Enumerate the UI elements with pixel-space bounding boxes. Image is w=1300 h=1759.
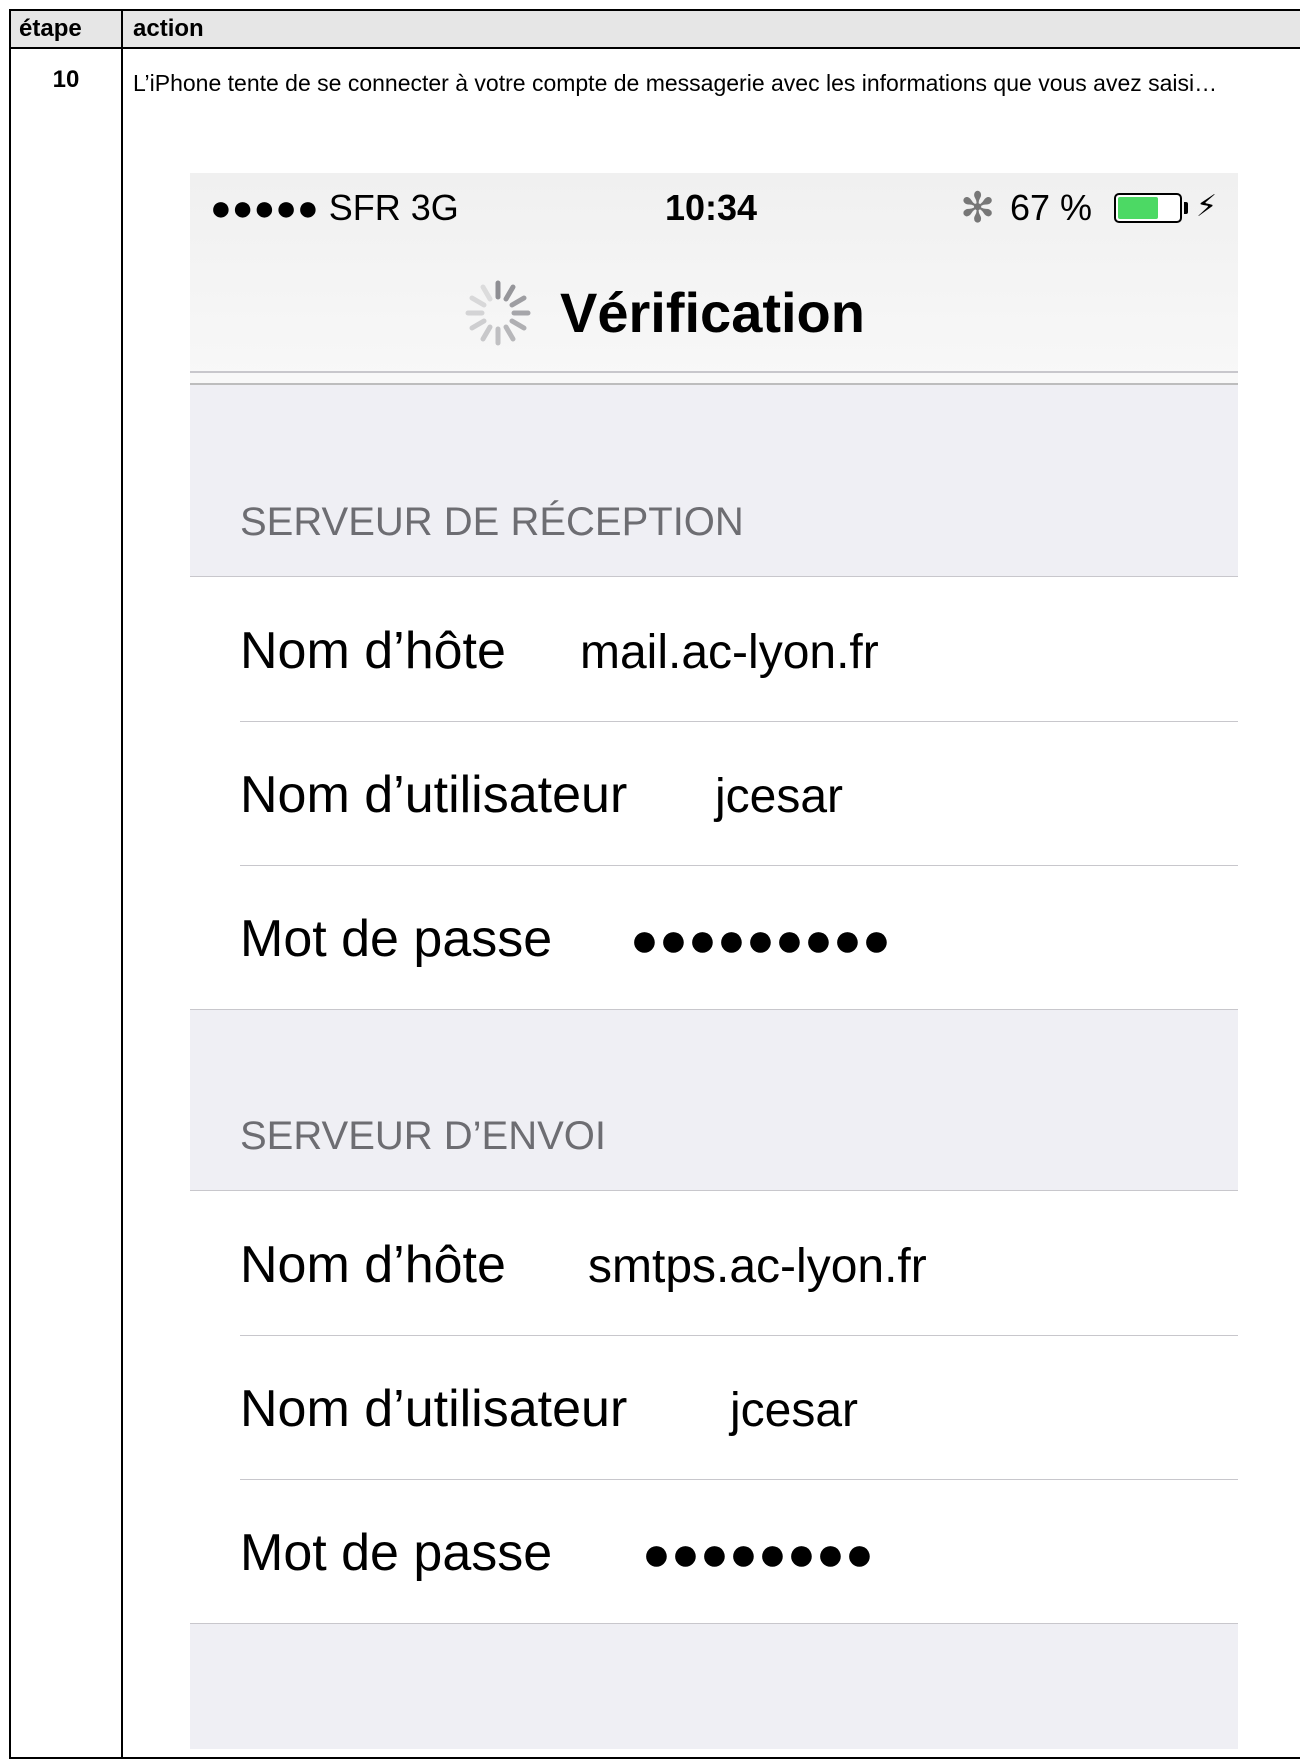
battery-tip: [1184, 202, 1188, 214]
outgoing-password-row[interactable]: Mot de passe ●●●●●●●●: [190, 1479, 1238, 1623]
incoming-username-label: Nom d’utilisateur: [240, 766, 628, 824]
outgoing-username-field[interactable]: jcesar: [730, 1383, 858, 1439]
battery-level: [1118, 197, 1158, 219]
battery-icon: [1114, 193, 1182, 223]
outgoing-server-header: SERVEUR D’ENVOI: [240, 1114, 607, 1158]
incoming-server-header: SERVEUR DE RÉCEPTION: [240, 500, 744, 544]
incoming-username-field[interactable]: jcesar: [715, 769, 843, 825]
charging-icon: ⚡: [1196, 190, 1218, 223]
outgoing-password-field[interactable]: ●●●●●●●●: [642, 1527, 874, 1583]
table-header: étape action: [11, 11, 1300, 49]
outgoing-hostname-field[interactable]: smtps.ac-lyon.fr: [588, 1239, 927, 1295]
incoming-hostname-row[interactable]: Nom d’hôte mail.ac-lyon.fr: [190, 577, 1238, 721]
iphone-screenshot: ●●●●● SFR 3G 10:34 ✻ 67 % ⚡ Vérification…: [190, 173, 1238, 1749]
outgoing-password-label: Mot de passe: [240, 1524, 553, 1582]
nav-title: Vérification: [560, 281, 865, 344]
outgoing-username-row[interactable]: Nom d’utilisateur jcesar: [190, 1335, 1238, 1479]
outgoing-server-group: Nom d’hôte smtps.ac-lyon.fr Nom d’utilis…: [190, 1190, 1238, 1624]
outgoing-username-label: Nom d’utilisateur: [240, 1380, 628, 1438]
incoming-password-field[interactable]: ●●●●●●●●●: [630, 913, 891, 969]
header-step: étape: [19, 15, 82, 42]
nav-separator: [190, 371, 1238, 373]
outgoing-hostname-row[interactable]: Nom d’hôte smtps.ac-lyon.fr: [190, 1191, 1238, 1335]
incoming-hostname-field[interactable]: mail.ac-lyon.fr: [580, 625, 879, 681]
navigation-bar: ●●●●● SFR 3G 10:34 ✻ 67 % ⚡ Vérification: [190, 173, 1238, 385]
column-divider: [121, 11, 123, 1757]
incoming-hostname-label: Nom d’hôte: [240, 622, 506, 680]
status-time: 10:34: [665, 187, 758, 228]
incoming-server-group: Nom d’hôte mail.ac-lyon.fr Nom d’utilisa…: [190, 576, 1238, 1010]
incoming-password-row[interactable]: Mot de passe ●●●●●●●●●: [190, 865, 1238, 1009]
activity-spinner-icon: [465, 280, 531, 346]
outgoing-hostname-label: Nom d’hôte: [240, 1236, 506, 1294]
incoming-username-row[interactable]: Nom d’utilisateur jcesar: [190, 721, 1238, 865]
incoming-password-label: Mot de passe: [240, 910, 553, 968]
bluetooth-icon: ✻: [960, 184, 996, 231]
header-action: action: [133, 15, 204, 42]
battery-percent: 67 %: [1010, 187, 1093, 228]
carrier-signal: ●●●●● SFR 3G: [210, 187, 459, 228]
step-description: L’iPhone tente de se connecter à votre c…: [133, 70, 1218, 96]
step-number: 10: [52, 66, 80, 93]
